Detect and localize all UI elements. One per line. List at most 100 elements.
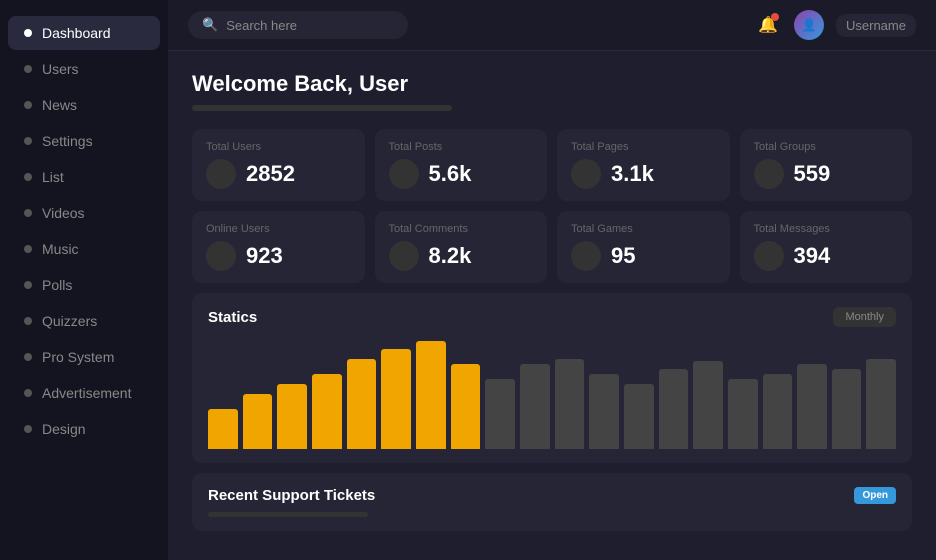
chart-bar (277, 384, 307, 449)
sidebar-item-users[interactable]: Users (8, 52, 160, 86)
chart-bar (347, 359, 377, 449)
sidebar-item-label: List (42, 169, 64, 185)
stat-card: Total Pages 3.1k (557, 129, 730, 201)
chart-bar (208, 409, 238, 449)
sidebar-item-videos[interactable]: Videos (8, 196, 160, 230)
welcome-title: Welcome Back, User (192, 71, 912, 97)
sidebar-item-label: Pro System (42, 349, 114, 365)
stats-grid-row2: Online Users 923 Total Comments 8.2k Total G… (192, 211, 912, 283)
stat-card: Total Posts5.6k (375, 129, 548, 201)
stat-value-row: 923 (206, 241, 351, 271)
tickets-section: Recent Support Tickets Open (192, 473, 912, 531)
chart-bar (485, 379, 515, 449)
stat-card: Total Comments 8.2k (375, 211, 548, 283)
notification-badge (771, 13, 779, 21)
stat-label: Total Messages (754, 223, 899, 235)
chart-bar (728, 379, 758, 449)
stat-card: Online Users 923 (192, 211, 365, 283)
chart-toggle[interactable]: Monthly (833, 307, 896, 327)
stat-value: 559 (794, 161, 831, 187)
chart-section: Statics Monthly (192, 293, 912, 463)
chart-bar (659, 369, 689, 449)
sidebar-item-dashboard[interactable]: Dashboard (8, 16, 160, 50)
stat-value-row: 95 (571, 241, 716, 271)
sidebar-item-list[interactable]: List (8, 160, 160, 194)
main-area: 🔍 Search here 🔔 👤 Username Welcome Back,… (168, 0, 936, 560)
sidebar-item-label: Design (42, 421, 86, 437)
chart-bar (451, 364, 481, 449)
sidebar-item-pro-system[interactable]: Pro System (8, 340, 160, 374)
stat-value-row: 2852 (206, 159, 351, 189)
sidebar-item-polls[interactable]: Polls (8, 268, 160, 302)
notification-bell[interactable]: 🔔 (754, 11, 782, 39)
sidebar: Dashboard Users News Settings List Videos Musi… (0, 0, 168, 560)
stat-label: Total Pages (571, 141, 716, 153)
sidebar-item-label: News (42, 97, 77, 113)
stat-card: Total Games 95 (557, 211, 730, 283)
stat-circle (206, 241, 236, 271)
stat-value: 95 (611, 243, 635, 269)
stat-value-row: 559 (754, 159, 899, 189)
sidebar-item-design[interactable]: Design (8, 412, 160, 446)
sidebar-dot (24, 245, 32, 253)
stat-value: 394 (794, 243, 831, 269)
stat-label: Total Comments (389, 223, 534, 235)
stat-value: 923 (246, 243, 283, 269)
sidebar-dot (24, 29, 32, 37)
sidebar-item-label: Dashboard (42, 25, 111, 41)
chart-bar (797, 364, 827, 449)
search-bar[interactable]: 🔍 Search here (188, 11, 408, 39)
welcome-bar (192, 105, 452, 111)
sidebar-dot (24, 101, 32, 109)
chart-title: Statics (208, 309, 257, 326)
stat-label: Online Users (206, 223, 351, 235)
stat-circle (389, 159, 419, 189)
stat-value: 2852 (246, 161, 295, 187)
sidebar-item-label: Polls (42, 277, 72, 293)
chart-bar (589, 374, 619, 449)
avatar[interactable]: 👤 (794, 10, 824, 40)
username-display: Username (836, 14, 916, 37)
stat-value: 3.1k (611, 161, 654, 187)
stat-value-row: 394 (754, 241, 899, 271)
sidebar-item-label: Music (42, 241, 79, 257)
chart-bar (624, 384, 654, 449)
stat-label: Total Users (206, 141, 351, 153)
stat-circle (754, 159, 784, 189)
stat-card: Total Messages 394 (740, 211, 913, 283)
chart-bar (381, 349, 411, 449)
stat-circle (754, 241, 784, 271)
search-icon: 🔍 (202, 17, 218, 33)
sidebar-dot (24, 389, 32, 397)
stats-grid-row1: Total Users2852Total Posts5.6kTotal Page… (192, 129, 912, 201)
chart-bar (866, 359, 896, 449)
sidebar-dot (24, 353, 32, 361)
tickets-title: Recent Support Tickets (208, 487, 375, 504)
header: 🔍 Search here 🔔 👤 Username (168, 0, 936, 51)
sidebar-dot (24, 137, 32, 145)
chart-bars (208, 339, 896, 449)
sidebar-dot (24, 317, 32, 325)
sidebar-item-advertisement[interactable]: Advertisement (8, 376, 160, 410)
sidebar-item-settings[interactable]: Settings (8, 124, 160, 158)
sidebar-item-label: Quizzers (42, 313, 97, 329)
sidebar-item-quizzers[interactable]: Quizzers (8, 304, 160, 338)
sidebar-dot (24, 281, 32, 289)
sidebar-item-label: Users (42, 61, 79, 77)
content-area: Welcome Back, User Total Users2852Total … (168, 51, 936, 560)
sidebar-item-news[interactable]: News (8, 88, 160, 122)
stat-card: Total Users 2852 (192, 129, 365, 201)
sidebar-item-label: Advertisement (42, 385, 131, 401)
stat-value-row: 8.2k (389, 241, 534, 271)
chart-bar (243, 394, 273, 449)
tickets-progress-bar (208, 512, 368, 517)
sidebar-dot (24, 173, 32, 181)
stat-circle (571, 241, 601, 271)
stat-circle (206, 159, 236, 189)
stat-value-row: 5.6k (389, 159, 534, 189)
open-badge: Open (854, 487, 896, 504)
sidebar-dot (24, 65, 32, 73)
stat-label: Total Games (571, 223, 716, 235)
sidebar-item-music[interactable]: Music (8, 232, 160, 266)
search-placeholder: Search here (226, 18, 297, 33)
